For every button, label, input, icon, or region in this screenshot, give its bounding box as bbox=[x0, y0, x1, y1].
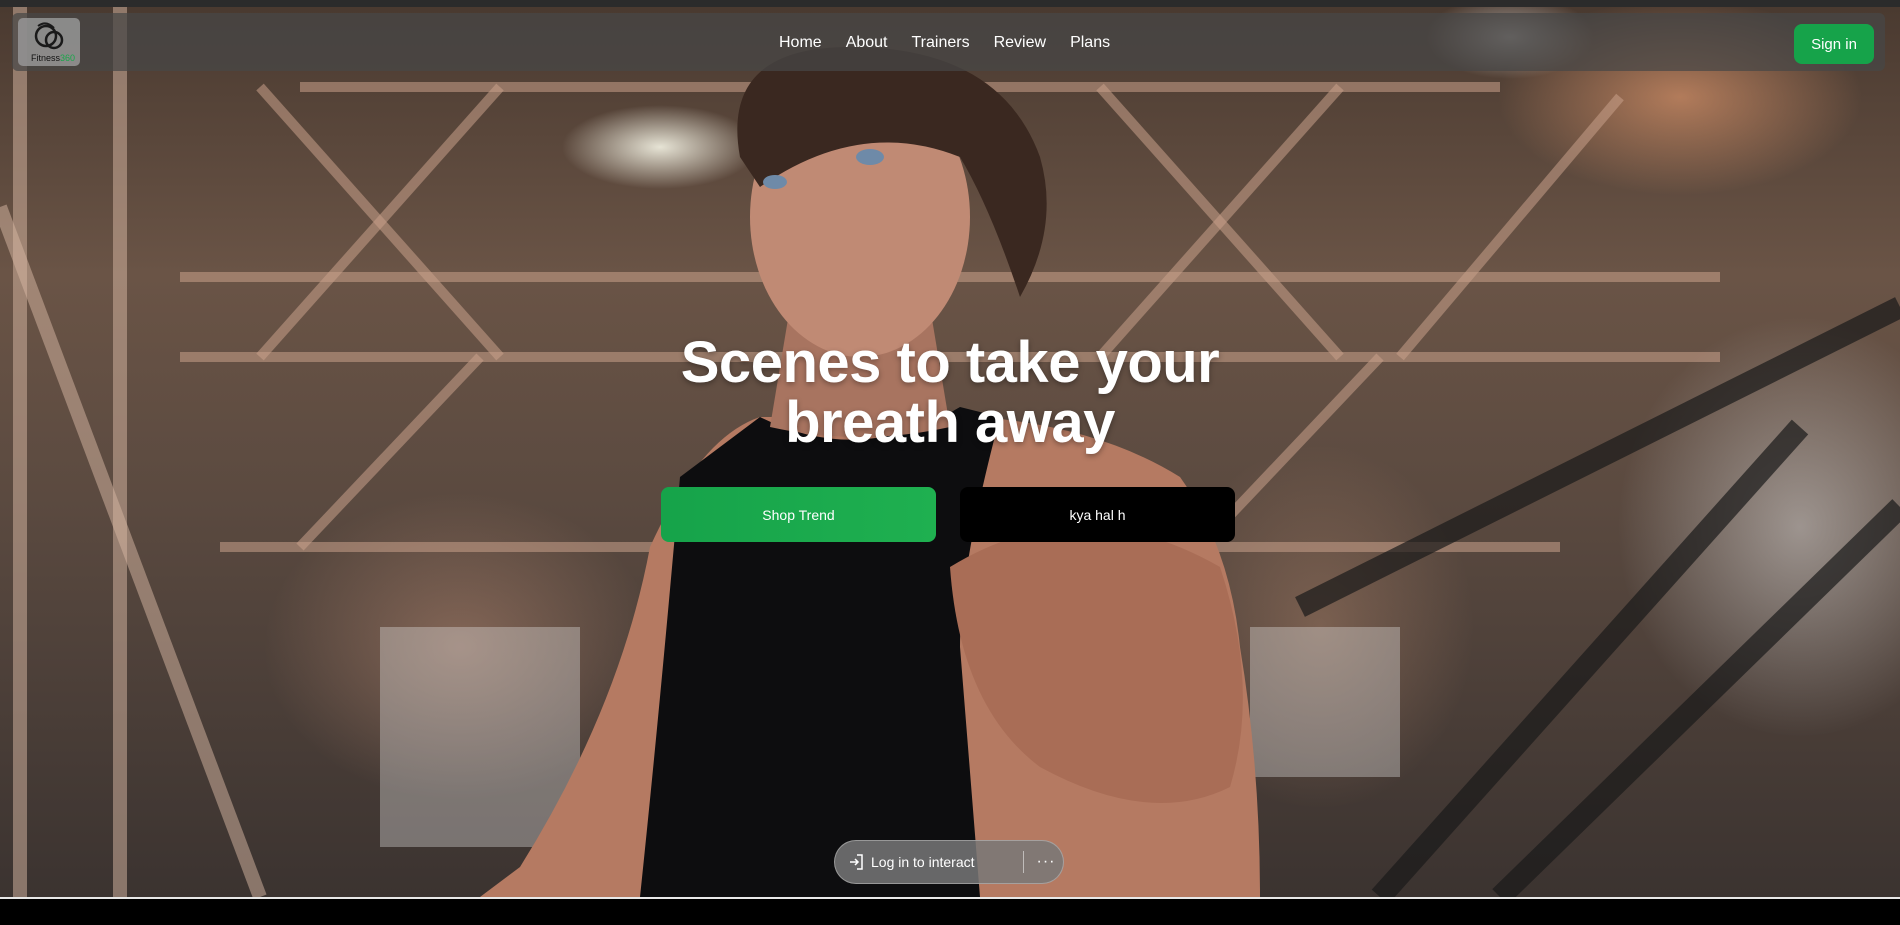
more-options-button[interactable]: ··· bbox=[1031, 841, 1061, 883]
hero-headline: Scenes to take your breath away bbox=[560, 333, 1340, 453]
shop-trend-button[interactable]: Shop Trend bbox=[661, 487, 936, 542]
nav-link-trainers[interactable]: Trainers bbox=[912, 34, 970, 52]
logo-word: Fitness bbox=[31, 53, 61, 63]
fitness-logo-icon bbox=[34, 22, 64, 50]
top-strip bbox=[0, 0, 1900, 7]
login-label: Log in to interact bbox=[871, 854, 975, 870]
bottom-divider bbox=[0, 897, 1900, 899]
headline-line-1: Scenes to take your bbox=[680, 330, 1220, 395]
main-nav: Home About Trainers Review Plans bbox=[779, 34, 1110, 52]
logo-number: 360 bbox=[60, 53, 76, 63]
brand-logo[interactable]: Fitness360 bbox=[18, 18, 80, 66]
pill-divider bbox=[1023, 851, 1024, 873]
login-overlay-pill: Log in to interact ··· bbox=[834, 840, 1064, 884]
more-horizontal-icon: ··· bbox=[1036, 853, 1056, 870]
nav-link-home[interactable]: Home bbox=[779, 34, 822, 52]
log-in-button[interactable]: Log in to interact bbox=[847, 841, 975, 883]
nav-link-review[interactable]: Review bbox=[994, 34, 1046, 52]
sign-in-button[interactable]: Sign in bbox=[1794, 24, 1874, 64]
nav-link-plans[interactable]: Plans bbox=[1070, 34, 1110, 52]
logo-text: Fitness360 bbox=[31, 53, 75, 63]
secondary-cta-button[interactable]: kya hal h bbox=[960, 487, 1235, 542]
login-arrow-icon bbox=[850, 854, 863, 870]
headline-line-2: breath away bbox=[785, 390, 1115, 455]
nav-link-about[interactable]: About bbox=[846, 34, 888, 52]
bottom-bar bbox=[0, 897, 1900, 925]
